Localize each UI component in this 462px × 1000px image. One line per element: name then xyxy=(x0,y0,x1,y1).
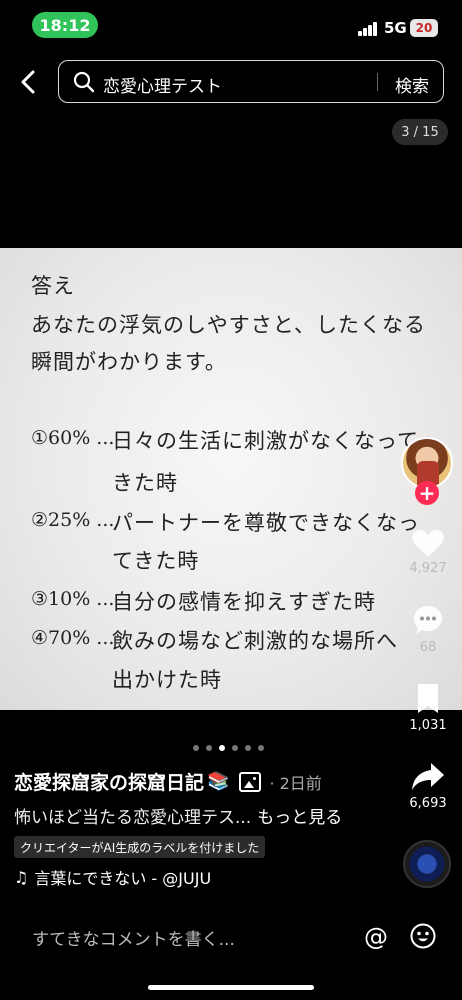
heart-icon xyxy=(412,530,444,557)
books-emoji: 📚 xyxy=(207,771,230,792)
comment-count: 68 xyxy=(419,640,437,655)
back-button[interactable] xyxy=(12,64,44,100)
answer-heading: 答え xyxy=(31,274,75,298)
pagination-dot xyxy=(245,745,251,751)
item-3-percent: ③10% ... xyxy=(31,588,115,610)
status-bar: 18:12 5G 20 xyxy=(0,0,462,52)
status-time: 18:12 xyxy=(32,12,98,38)
pagination-dots xyxy=(193,745,264,751)
chevron-left-icon xyxy=(21,70,35,94)
search-query: 恋愛心理テスト xyxy=(103,77,222,97)
music-row[interactable]: ♫ 言葉にできない - @JUJU xyxy=(14,865,211,889)
post-time: · 2日前 xyxy=(269,773,322,793)
item-2-line-2: てきた時 xyxy=(112,549,200,573)
mention-icon[interactable]: @ xyxy=(364,923,388,951)
search-divider xyxy=(377,73,378,91)
follow-button[interactable]: + xyxy=(415,481,439,505)
music-disc[interactable] xyxy=(403,840,451,888)
item-1-line-1: 日々の生活に刺激がなくなって xyxy=(112,429,419,453)
author-row: 恋愛探窟家の探窟日記 📚 · 2日前 xyxy=(14,768,322,795)
pagination-dot xyxy=(232,745,238,751)
item-4-percent: ④70% ... xyxy=(31,627,115,649)
bookmark-count: 1,031 xyxy=(409,718,447,733)
pagination-dot xyxy=(258,745,264,751)
author-name[interactable]: 恋愛探窟家の探窟日記 xyxy=(14,768,204,795)
share-button[interactable]: 6,693 xyxy=(400,761,456,811)
share-icon xyxy=(412,763,444,790)
pagination-dot xyxy=(219,745,225,751)
intro-line-1: あなたの浮気のしやすさと、したくなる xyxy=(31,313,426,337)
like-button[interactable]: 4,927 xyxy=(400,528,456,576)
page-counter: 3 / 15 xyxy=(392,119,448,145)
battery-level: 20 xyxy=(415,21,433,35)
music-note-icon: ♫ xyxy=(14,867,29,887)
battery-icon: 20 xyxy=(410,19,438,37)
caption-text: 怖いほど当たる恋愛心理テス... xyxy=(14,808,252,828)
bookmark-button[interactable]: 1,031 xyxy=(400,683,456,733)
caption[interactable]: 怖いほど当たる恋愛心理テス... もっと見る xyxy=(14,803,342,828)
item-2-percent: ②25% ... xyxy=(31,509,115,531)
bookmark-icon xyxy=(418,684,438,713)
share-count: 6,693 xyxy=(409,796,447,811)
search-button[interactable]: 検索 xyxy=(395,72,429,97)
home-indicator xyxy=(148,985,314,990)
item-4-line-1: 飲みの場など刺激的な場所へ xyxy=(112,629,398,653)
signal-icon xyxy=(358,22,380,36)
item-2-line-1: パートナーを尊敬できなくなっ xyxy=(112,511,420,535)
search-input[interactable]: 恋愛心理テスト 検索 xyxy=(58,60,444,103)
item-1-line-2: きた時 xyxy=(112,471,178,495)
item-1-percent: ①60% ... xyxy=(31,427,115,449)
item-3-line-1: 自分の感情を抑えすぎた時 xyxy=(112,590,376,614)
pagination-dot xyxy=(193,745,199,751)
item-4-line-2: 出かけた時 xyxy=(112,668,222,692)
network-type: 5G xyxy=(384,19,407,37)
ai-generated-label: クリエイターがAI生成のラベルを付けました xyxy=(14,836,266,858)
comment-bar: すてきなコメントを書く... @ xyxy=(0,905,462,969)
comment-button[interactable]: 68 xyxy=(400,603,456,655)
post-image[interactable]: 答え あなたの浮気のしやすさと、したくなる 瞬間がわかります。 ①60% ...… xyxy=(0,248,462,710)
like-count: 4,927 xyxy=(409,561,447,576)
search-icon xyxy=(73,71,95,93)
pagination-dot xyxy=(206,745,212,751)
music-title: 言葉にできない - @JUJU xyxy=(34,869,212,888)
comment-input[interactable]: すてきなコメントを書く... xyxy=(32,925,235,950)
intro-line-2: 瞬間がわかります。 xyxy=(31,350,227,374)
see-more-link[interactable]: もっと見る xyxy=(257,808,342,828)
photo-icon xyxy=(239,771,262,792)
emoji-icon[interactable] xyxy=(410,923,436,949)
comment-icon xyxy=(414,606,442,634)
